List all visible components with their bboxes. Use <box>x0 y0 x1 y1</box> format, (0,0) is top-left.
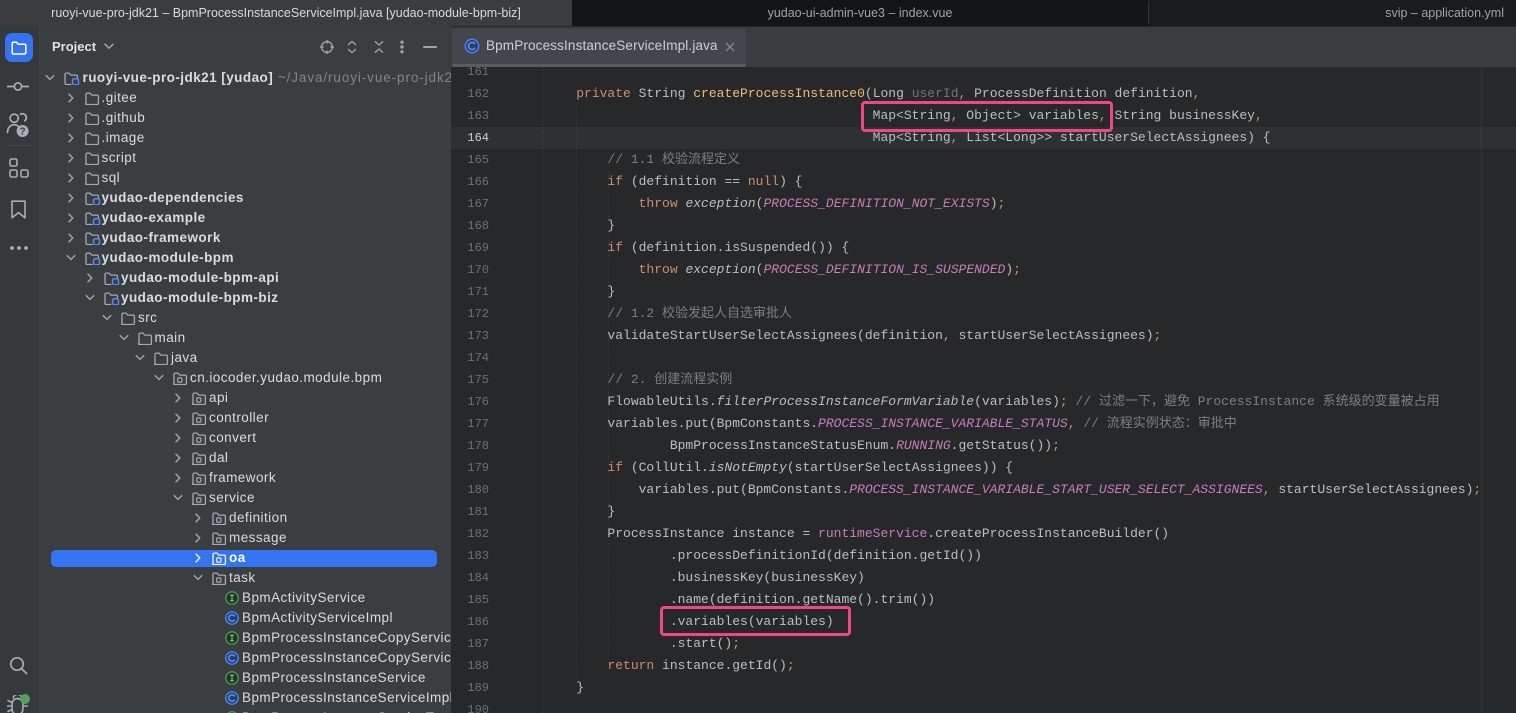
svg-text:?: ? <box>20 127 26 137</box>
